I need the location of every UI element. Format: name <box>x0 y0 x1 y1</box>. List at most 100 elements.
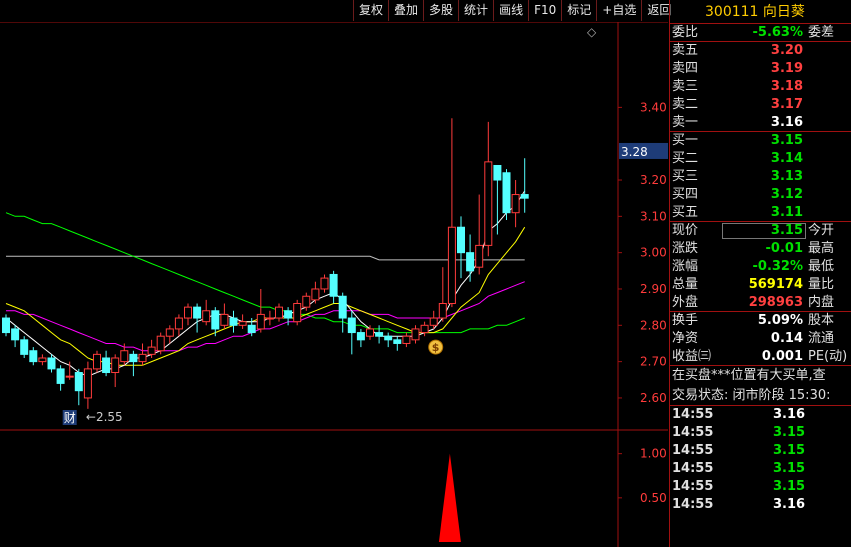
book-price: 3.16 <box>770 115 803 130</box>
stats-list: 换手 5.09% 股本 净资 0.14 流通 收益㈢ 0.001 PE(动) <box>670 312 851 366</box>
candle[interactable] <box>511 180 520 228</box>
candle[interactable] <box>320 274 329 293</box>
toolbar: 复权 叠加 多股 统计 画线 F10 标记 +自选 返回 <box>353 0 676 21</box>
candle[interactable] <box>102 350 111 377</box>
candle[interactable] <box>29 347 38 366</box>
candle[interactable] <box>475 194 484 275</box>
candle-body <box>302 295 311 308</box>
candle-body <box>111 357 120 374</box>
candle[interactable] <box>20 336 29 358</box>
book-price: 3.11 <box>770 205 803 220</box>
quote-label2: 量比 <box>808 277 835 292</box>
candle[interactable] <box>47 354 56 373</box>
toolbar-button-4[interactable]: 画线 <box>493 0 528 21</box>
candle[interactable] <box>138 343 147 366</box>
toolbar-button-7[interactable]: +自选 <box>596 0 641 21</box>
candle[interactable] <box>384 332 393 348</box>
toolbar-button-5[interactable]: F10 <box>528 0 561 21</box>
quote-label2: 今开 <box>808 223 835 238</box>
diamond-marker[interactable]: ◇ <box>587 25 597 39</box>
candle[interactable] <box>93 350 101 373</box>
candle[interactable] <box>338 292 347 333</box>
candle-body <box>402 335 411 344</box>
candle[interactable] <box>347 310 356 355</box>
candle[interactable] <box>447 118 456 308</box>
stat-value: 0.14 <box>770 331 803 346</box>
candle[interactable] <box>174 314 183 337</box>
trade-time: 14:55 <box>672 461 714 476</box>
candle[interactable] <box>11 325 20 348</box>
candle-body <box>284 310 293 319</box>
kline-chart[interactable]: 2.60 2.70 2.80 2.90 3.00 3.10 3.20 3.40 3.28 ◇ ←2.… <box>0 22 668 547</box>
candle[interactable] <box>275 303 283 322</box>
ask-list: 卖五 3.20 卖四 3.19 卖三 3.18 卖二 3.17 卖一 3.16 <box>670 42 851 132</box>
chart-area[interactable]: 2.60 2.70 2.80 2.90 3.00 3.10 3.20 3.40 3.28 ◇ ←2.… <box>0 22 668 547</box>
candle[interactable] <box>311 281 320 304</box>
stat-row: 收益㈢ 0.001 PE(动) <box>670 348 851 366</box>
ask-row: 卖一 3.16 <box>670 114 851 132</box>
stat-label: 收益㈢ <box>672 349 712 364</box>
candle[interactable] <box>2 314 10 337</box>
stock-name: 向日葵 <box>762 4 805 20</box>
trade-price: 3.15 <box>773 479 806 494</box>
candle[interactable] <box>484 121 493 257</box>
bid-row: 买五 3.11 <box>670 204 851 222</box>
toolbar-button-3[interactable]: 统计 <box>458 0 493 21</box>
toolbar-button-2[interactable]: 多股 <box>423 0 458 21</box>
candle[interactable] <box>256 288 265 333</box>
y-tick-label: 3.10 <box>640 209 667 223</box>
candle[interactable] <box>56 365 65 391</box>
trade-price: 3.16 <box>773 407 806 422</box>
candle-body <box>229 317 238 326</box>
candle[interactable] <box>202 299 211 326</box>
candle[interactable] <box>238 314 247 329</box>
candle[interactable] <box>265 310 274 326</box>
candle[interactable] <box>393 336 402 351</box>
trade-time: 14:55 <box>672 407 714 422</box>
candle[interactable] <box>502 169 511 220</box>
stat-label: 净资 <box>672 331 699 346</box>
toolbar-button-6[interactable]: 标记 <box>561 0 596 21</box>
finance-marker[interactable]: 财 <box>64 411 76 425</box>
y-tick-label: 3.40 <box>640 100 667 114</box>
candle[interactable] <box>165 325 174 344</box>
toolbar-button-0[interactable]: 复权 <box>353 0 388 21</box>
candle[interactable] <box>193 303 202 333</box>
candle-body <box>120 350 129 363</box>
candle[interactable] <box>111 354 120 388</box>
toolbar-button-1[interactable]: 叠加 <box>388 0 423 21</box>
candle[interactable] <box>411 325 420 344</box>
candle[interactable] <box>520 158 529 213</box>
candle[interactable] <box>83 361 92 409</box>
trade-price: 3.15 <box>773 461 806 476</box>
book-price: 3.15 <box>770 133 803 148</box>
candle[interactable] <box>457 216 465 279</box>
candle[interactable] <box>402 332 411 348</box>
stock-title: 300111 向日葵 <box>670 0 851 24</box>
vol-y-tick-label: 1.00 <box>640 447 667 461</box>
candle[interactable] <box>356 328 365 348</box>
quote-row: 涨幅 -0.32% 最低 <box>670 258 851 276</box>
candle[interactable] <box>229 310 238 333</box>
status-message: 交易状态: 闭市阶段 15:30: <box>670 386 851 406</box>
candle-body <box>247 324 256 334</box>
candle[interactable] <box>184 303 192 326</box>
candle[interactable] <box>220 303 229 329</box>
candle[interactable] <box>129 350 138 377</box>
candle[interactable] <box>329 270 338 304</box>
candle-body <box>56 368 65 384</box>
candle[interactable] <box>38 354 47 366</box>
candle-body <box>420 324 429 334</box>
candle-body <box>156 335 165 352</box>
book-label: 卖三 <box>672 79 699 94</box>
candle[interactable] <box>156 332 165 355</box>
candle[interactable] <box>74 368 83 406</box>
candle[interactable] <box>438 267 447 322</box>
stat-row: 净资 0.14 流通 <box>670 330 851 348</box>
stat-value: 0.001 <box>761 349 803 364</box>
candle[interactable] <box>375 325 384 344</box>
candle[interactable] <box>466 234 475 282</box>
stat-label2: 股本 <box>808 313 835 328</box>
candle[interactable] <box>293 299 302 326</box>
candle[interactable] <box>493 164 502 235</box>
